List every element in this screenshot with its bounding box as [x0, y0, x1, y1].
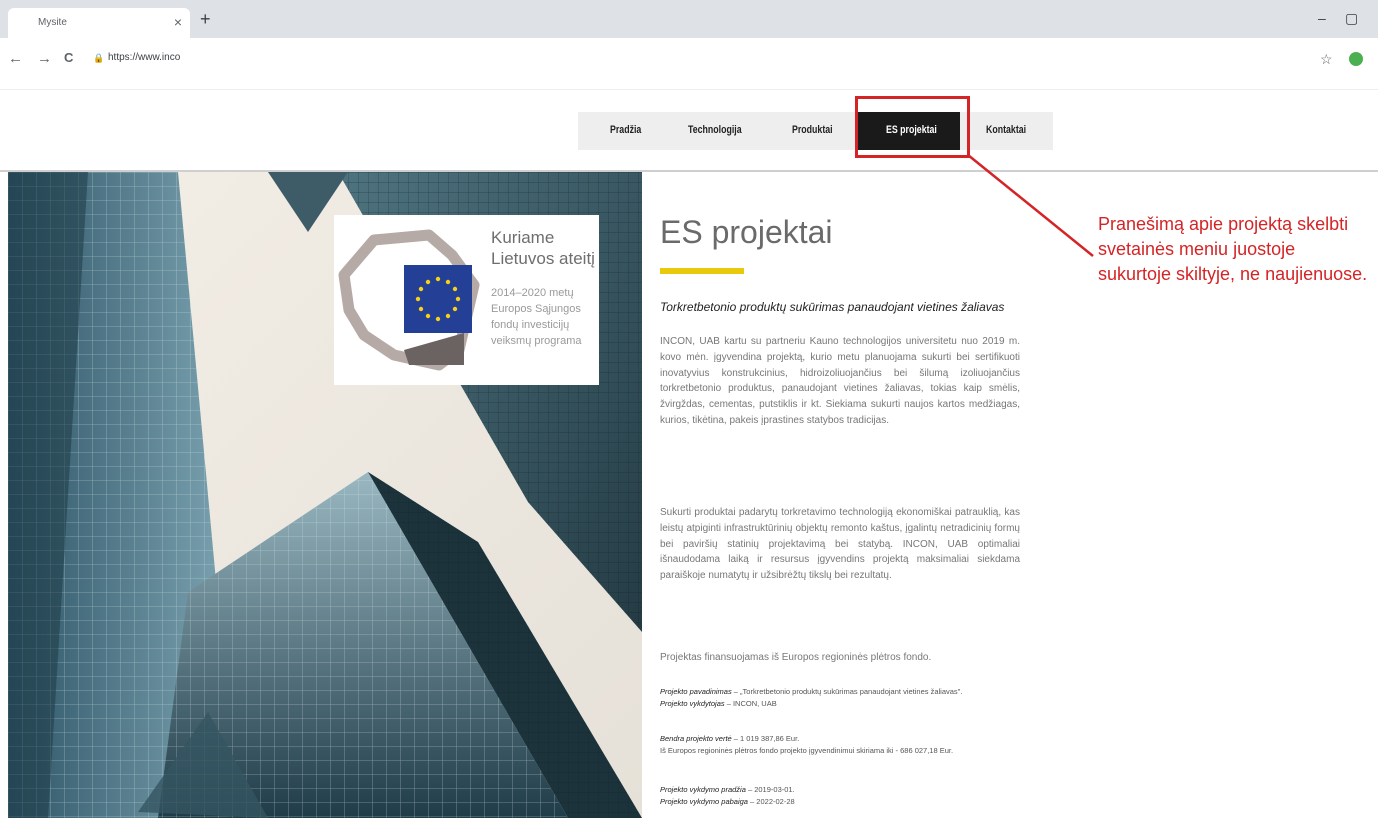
project-subtitle: Torkretbetonio produktų sukūrimas panaud…: [660, 300, 1005, 314]
annotation-text: Pranešimą apie projektą skelbti svetainė…: [1098, 214, 1368, 284]
page-title: ES projektai: [660, 214, 833, 250]
project-executor-line: Projekto vykdytojas – INCON, UAB: [660, 699, 777, 708]
project-fund-line: Iš Europos regioninės plėtros fondo proj…: [660, 746, 954, 755]
extension-icon[interactable]: [1349, 52, 1363, 66]
eu-funds-logo: Kuriame Lietuvos ateitį 2014–2020 metų E…: [334, 215, 599, 385]
project-start-line: Projekto vykdymo pradžia – 2019-03-01.: [660, 785, 795, 794]
bookmark-star-icon[interactable]: ☆: [1320, 51, 1333, 68]
browser-tab-bar: Mysite × + – ▢: [0, 0, 1378, 38]
logo-subtitle: 2014–2020 metų Europos Sąjungos fondų in…: [491, 287, 582, 347]
hero-image: Kuriame Lietuvos ateitį 2014–2020 metų E…: [8, 172, 642, 818]
lock-icon: 🔒: [93, 53, 105, 63]
reload-icon[interactable]: C: [64, 50, 73, 65]
restore-button[interactable]: ▢: [1345, 10, 1358, 27]
project-value-line: Bendra projekto vertė – 1 019 387,86 Eur…: [660, 734, 800, 743]
paragraph-benefits: Sukurti produktai padarytų torkretavimo …: [660, 507, 1020, 582]
menu-item-technologija[interactable]: Technologija: [688, 124, 742, 136]
title-underline: [660, 268, 744, 274]
browser-tab[interactable]: Mysite ×: [8, 8, 190, 38]
project-name-line: Projekto pavadinimas – „Torkretbetonio p…: [660, 687, 963, 696]
eu-flag-icon: [404, 265, 472, 333]
menu-item-kontaktai[interactable]: Kontaktai: [986, 124, 1026, 136]
new-tab-button[interactable]: +: [200, 9, 211, 30]
menu-item-pradzia[interactable]: Pradžia: [610, 124, 641, 136]
highlight-box: [855, 96, 970, 158]
paragraph-funding: Projektas finansuojamas iš Europos regio…: [660, 652, 932, 663]
main-menu: Pradžia Technologija Produktai ES projek…: [578, 112, 1053, 150]
tab-title: Mysite: [38, 17, 67, 28]
url-field[interactable]: https://www.inco: [108, 52, 180, 63]
logo-title: Kuriame Lietuvos ateitį: [491, 228, 595, 268]
forward-arrow-icon[interactable]: →: [37, 50, 52, 67]
address-bar-row: ← → C 🔒 https://www.inco ☆: [0, 38, 1378, 90]
tab-close-icon[interactable]: ×: [174, 14, 182, 30]
project-end-line: Projekto vykdymo pabaiga – 2022-02-28: [660, 797, 795, 806]
back-arrow-icon[interactable]: ←: [8, 50, 23, 67]
minimize-button[interactable]: –: [1318, 10, 1326, 26]
paragraph-intro: INCON, UAB kartu su partneriu Kauno tech…: [660, 336, 1020, 426]
menu-item-produktai[interactable]: Produktai: [792, 124, 833, 136]
